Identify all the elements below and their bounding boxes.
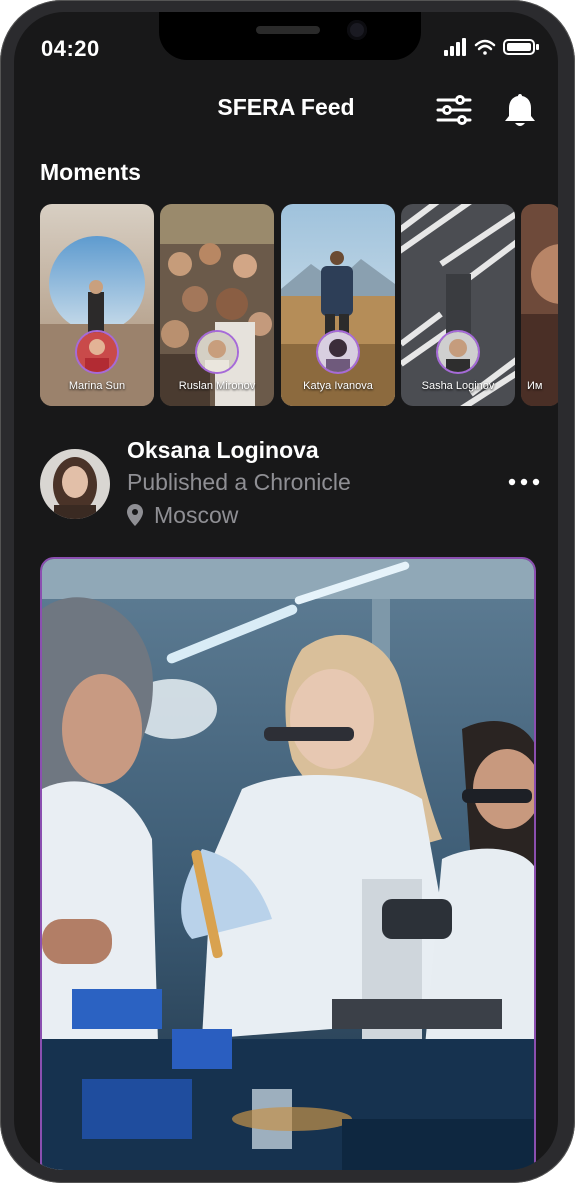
story-card[interactable]: Marina Sun [40,204,154,406]
avatar [195,330,239,374]
story-card[interactable]: Ruslan Mironov [160,204,274,406]
story-name: Sasha Loginov [421,380,495,392]
avatar [316,330,360,374]
story-name: Katya Ivanova [303,380,373,392]
speaker [256,26,320,34]
location-pin-icon [127,504,143,526]
story-card[interactable]: Им [521,204,558,406]
battery-icon [503,39,539,55]
avatar-image [40,449,110,519]
story-image [160,204,274,406]
wifi-icon [474,39,496,55]
story-image [40,204,154,406]
post-image[interactable] [40,557,536,1170]
signal-icon [444,38,466,56]
camera [347,20,367,40]
app-screen: 04:20 SFERA Feed Moments Marina Sun Rusl… [14,12,558,1170]
status-icons [444,38,539,56]
story-name: Ruslan Mironov [178,380,256,392]
story-image [401,204,515,406]
notch [159,12,421,60]
avatar [436,330,480,374]
story-image [281,204,395,406]
phone-frame: 04:20 SFERA Feed Moments Marina Sun Rusl… [0,0,575,1183]
page-title: SFERA Feed [217,94,355,120]
avatar [75,330,119,374]
story-card[interactable]: Sasha Loginov [401,204,515,406]
story-card[interactable]: Katya Ivanova [281,204,395,406]
more-dots-icon[interactable] [504,472,544,492]
bell-icon[interactable] [500,90,540,130]
sliders-icon[interactable] [434,90,474,130]
post-author-avatar[interactable] [40,449,110,519]
status-time: 04:20 [41,36,100,61]
story-image [521,204,558,406]
post-action: Published a Chronicle [127,469,351,495]
lab-photo [42,559,534,1170]
story-name: Им [527,380,543,392]
post-author-name[interactable]: Oksana Loginova [127,437,319,464]
story-name: Marina Sun [68,380,126,392]
post-location: Moscow [154,502,239,528]
moments-carousel[interactable]: Marina Sun Ruslan Mironov Katya Ivanova … [40,204,558,408]
moments-title: Moments [40,159,141,185]
